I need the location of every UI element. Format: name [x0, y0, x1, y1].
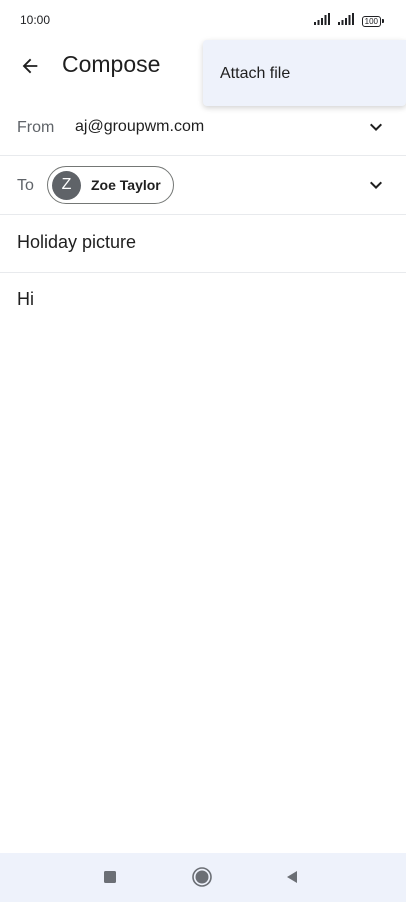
status-bar: 10:00 100: [0, 0, 406, 42]
signal-icon: [313, 12, 334, 30]
battery-level: 100: [361, 15, 381, 27]
recents-button[interactable]: [98, 865, 122, 889]
avatar: Z: [52, 170, 81, 200]
recipient-name: Zoe Taylor: [91, 177, 161, 193]
recipient-chip[interactable]: Z Zoe Taylor: [47, 166, 174, 204]
page-title: Compose: [62, 51, 161, 77]
subject-row: Holiday picture: [0, 215, 406, 273]
battery-icon: 100: [361, 15, 384, 27]
body-input[interactable]: Hi: [17, 289, 34, 310]
circle-icon: [192, 867, 212, 887]
back-nav-button[interactable]: [280, 865, 304, 889]
chevron-down-icon: [370, 123, 382, 131]
from-row: From aj@groupwm.com: [0, 98, 406, 156]
overflow-menu: Attach file: [203, 40, 406, 106]
back-button[interactable]: [12, 48, 48, 84]
to-expand-button[interactable]: [364, 173, 388, 197]
from-address[interactable]: aj@groupwm.com: [75, 118, 204, 136]
subject-input[interactable]: Holiday picture: [17, 232, 136, 253]
from-label: From: [17, 119, 55, 136]
square-icon: [104, 871, 116, 883]
status-time: 10:00: [20, 13, 51, 27]
home-button[interactable]: [189, 864, 215, 890]
to-row: To Z Zoe Taylor: [0, 156, 406, 215]
status-icons: 100: [313, 12, 384, 30]
chevron-down-icon: [370, 181, 382, 189]
menu-item-attach-file[interactable]: Attach file: [220, 65, 290, 83]
navigation-bar: [0, 853, 406, 902]
from-expand-button[interactable]: [364, 115, 388, 139]
triangle-back-icon: [287, 871, 297, 883]
signal-icon-secondary: [337, 12, 358, 30]
to-label: To: [17, 177, 34, 194]
arrow-back-icon: [22, 58, 38, 74]
